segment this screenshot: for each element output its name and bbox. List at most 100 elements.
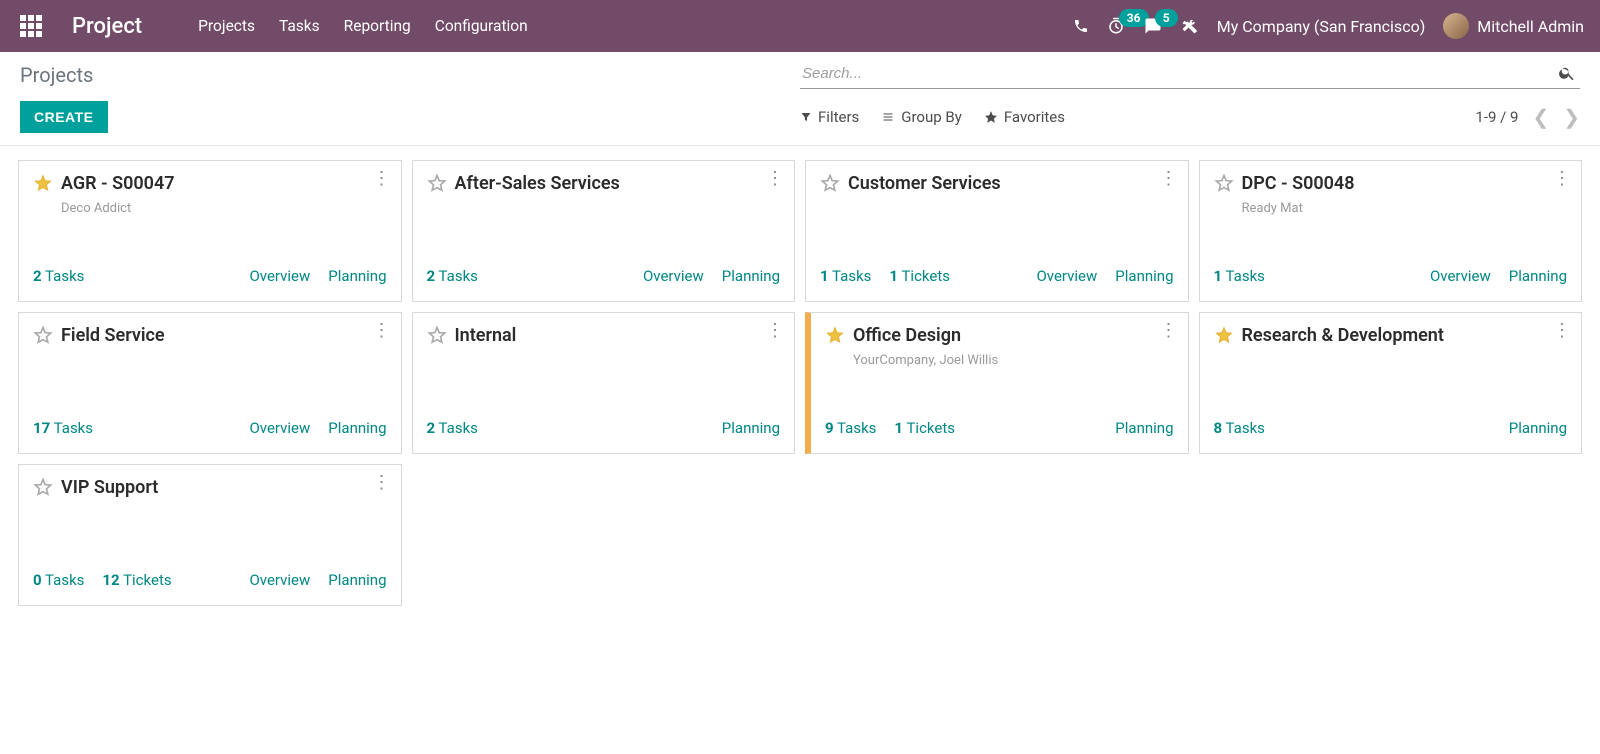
card-menu-button[interactable]: ⋮ (1160, 325, 1178, 337)
project-title[interactable]: VIP Support (61, 477, 158, 499)
project-card[interactable]: Office DesignYourCompany, Joel Willis⋮ 9 … (805, 312, 1189, 454)
planning-link[interactable]: Planning (1115, 267, 1173, 285)
planning-link[interactable]: Planning (722, 267, 780, 285)
planning-link[interactable]: Planning (1509, 419, 1567, 437)
tasks-link[interactable]: 1 Tasks (820, 267, 871, 285)
apps-grid-icon (20, 15, 42, 37)
app-brand[interactable]: Project (72, 14, 142, 39)
card-footer: 9 Tasks 1 Tickets Planning (811, 407, 1188, 453)
overview-link[interactable]: Overview (1036, 267, 1097, 285)
card-menu-button[interactable]: ⋮ (1553, 325, 1571, 337)
card-menu-button[interactable]: ⋮ (373, 173, 391, 185)
menu-projects[interactable]: Projects (198, 17, 255, 35)
project-card[interactable]: Field Service ⋮ 17 Tasks Overview Planning (18, 312, 402, 454)
user-menu[interactable]: Mitchell Admin (1443, 13, 1584, 39)
card-menu-button[interactable]: ⋮ (373, 325, 391, 337)
tickets-link[interactable]: 1 Tickets (894, 419, 955, 437)
overview-link[interactable]: Overview (643, 267, 704, 285)
card-menu-button[interactable]: ⋮ (373, 477, 391, 489)
menu-configuration[interactable]: Configuration (435, 17, 528, 35)
planning-link[interactable]: Planning (328, 419, 386, 437)
project-card[interactable]: DPC - S00048Ready Mat⋮1 TasksOverviewPla… (1199, 160, 1583, 302)
planning-link[interactable]: Planning (328, 267, 386, 285)
planning-link[interactable]: Planning (722, 419, 780, 437)
project-title[interactable]: Office Design (853, 325, 961, 347)
filters-button[interactable]: Filters (800, 108, 859, 126)
tasks-link[interactable]: 2 Tasks (427, 419, 478, 437)
card-menu-button[interactable]: ⋮ (766, 325, 784, 337)
favorite-star-icon[interactable] (33, 325, 53, 345)
company-switcher[interactable]: My Company (San Francisco) (1217, 17, 1426, 36)
favorite-star-icon[interactable] (820, 173, 840, 193)
search-button[interactable] (1554, 60, 1580, 86)
project-card[interactable]: Research & Development ⋮ 8 Tasks Planning (1199, 312, 1583, 454)
search-input[interactable] (800, 61, 1554, 86)
favorite-star-icon[interactable] (825, 325, 845, 345)
project-title[interactable]: Research & Development (1242, 325, 1444, 347)
project-card[interactable]: Customer Services ⋮ 1 Tasks 1 Tickets Overvi… (805, 160, 1189, 302)
list-icon (881, 111, 895, 123)
main-menu: Projects Tasks Reporting Configuration (198, 17, 528, 35)
filter-icon (800, 111, 812, 123)
menu-reporting[interactable]: Reporting (344, 17, 411, 35)
project-title[interactable]: AGR - S00047 (61, 173, 175, 195)
groupby-button[interactable]: Group By (881, 108, 962, 126)
tools-icon (1181, 17, 1199, 35)
favorite-star-icon[interactable] (1214, 325, 1234, 345)
tasks-link[interactable]: 0 Tasks (33, 571, 84, 589)
project-card[interactable]: AGR - S00047Deco Addict⋮2 TasksOverviewP… (18, 160, 402, 302)
tasks-link[interactable]: 9 Tasks (825, 419, 876, 437)
planning-link[interactable]: Planning (1509, 267, 1567, 285)
menu-tasks[interactable]: Tasks (279, 17, 320, 35)
tasks-link[interactable]: 8 Tasks (1214, 419, 1265, 437)
project-title[interactable]: After-Sales Services (455, 173, 620, 195)
favorite-star-icon[interactable] (33, 173, 53, 193)
project-title[interactable]: Internal (455, 325, 517, 347)
tasks-link[interactable]: 2 Tasks (427, 267, 478, 285)
tickets-link[interactable]: 1 Tickets (889, 267, 950, 285)
card-head: Office DesignYourCompany, Joel Willis⋮ (811, 313, 1188, 376)
search-options: Filters Group By Favorites 1-9 / 9 ❮ ❯ (800, 105, 1580, 129)
pager-prev[interactable]: ❮ (1532, 105, 1549, 129)
create-button[interactable]: CREATE (20, 101, 108, 133)
apps-menu-button[interactable] (16, 11, 46, 41)
favorite-star-icon[interactable] (33, 477, 53, 497)
project-card[interactable]: After-Sales Services ⋮ 2 Tasks Overview Plan… (412, 160, 796, 302)
tickets-link[interactable]: 12 Tickets (102, 571, 171, 589)
card-menu-button[interactable]: ⋮ (1553, 173, 1571, 185)
planning-link[interactable]: Planning (328, 571, 386, 589)
favorites-button[interactable]: Favorites (984, 108, 1065, 126)
favorite-star-icon[interactable] (427, 325, 447, 345)
overview-link[interactable]: Overview (249, 571, 310, 589)
favorite-star-icon[interactable] (427, 173, 447, 193)
top-navbar: Project Projects Tasks Reporting Configu… (0, 0, 1600, 52)
pager-next[interactable]: ❯ (1563, 105, 1580, 129)
overview-link[interactable]: Overview (249, 419, 310, 437)
timer-button[interactable]: 36 (1107, 17, 1125, 35)
project-title[interactable]: DPC - S00048 (1242, 173, 1355, 195)
card-menu-button[interactable]: ⋮ (766, 173, 784, 185)
tasks-link[interactable]: 1 Tasks (1214, 267, 1265, 285)
favorite-star-icon[interactable] (1214, 173, 1234, 193)
card-head: Customer Services ⋮ (806, 161, 1188, 203)
overview-link[interactable]: Overview (249, 267, 310, 285)
project-card[interactable]: Internal ⋮ 2 Tasks Planning (412, 312, 796, 454)
card-head: After-Sales Services ⋮ (413, 161, 795, 203)
card-footer: 17 Tasks Overview Planning (19, 407, 401, 453)
planning-link[interactable]: Planning (1115, 419, 1173, 437)
voip-button[interactable] (1073, 18, 1089, 34)
search-icon (1558, 64, 1576, 82)
card-menu-button[interactable]: ⋮ (1160, 173, 1178, 185)
tasks-link[interactable]: 17 Tasks (33, 419, 93, 437)
pager-value[interactable]: 1-9 / 9 (1475, 108, 1518, 126)
project-title[interactable]: Field Service (61, 325, 165, 347)
debug-button[interactable] (1181, 17, 1199, 35)
project-title[interactable]: Customer Services (848, 173, 1001, 195)
star-icon (984, 110, 998, 124)
overview-link[interactable]: Overview (1430, 267, 1491, 285)
project-card[interactable]: VIP Support ⋮ 0 Tasks 12 Tickets Overview Pla… (18, 464, 402, 606)
tasks-link[interactable]: 2 Tasks (33, 267, 84, 285)
project-kanban: AGR - S00047Deco Addict⋮2 TasksOverviewP… (0, 146, 1600, 620)
breadcrumb: Projects (20, 63, 800, 87)
messaging-button[interactable]: 5 (1143, 17, 1163, 35)
